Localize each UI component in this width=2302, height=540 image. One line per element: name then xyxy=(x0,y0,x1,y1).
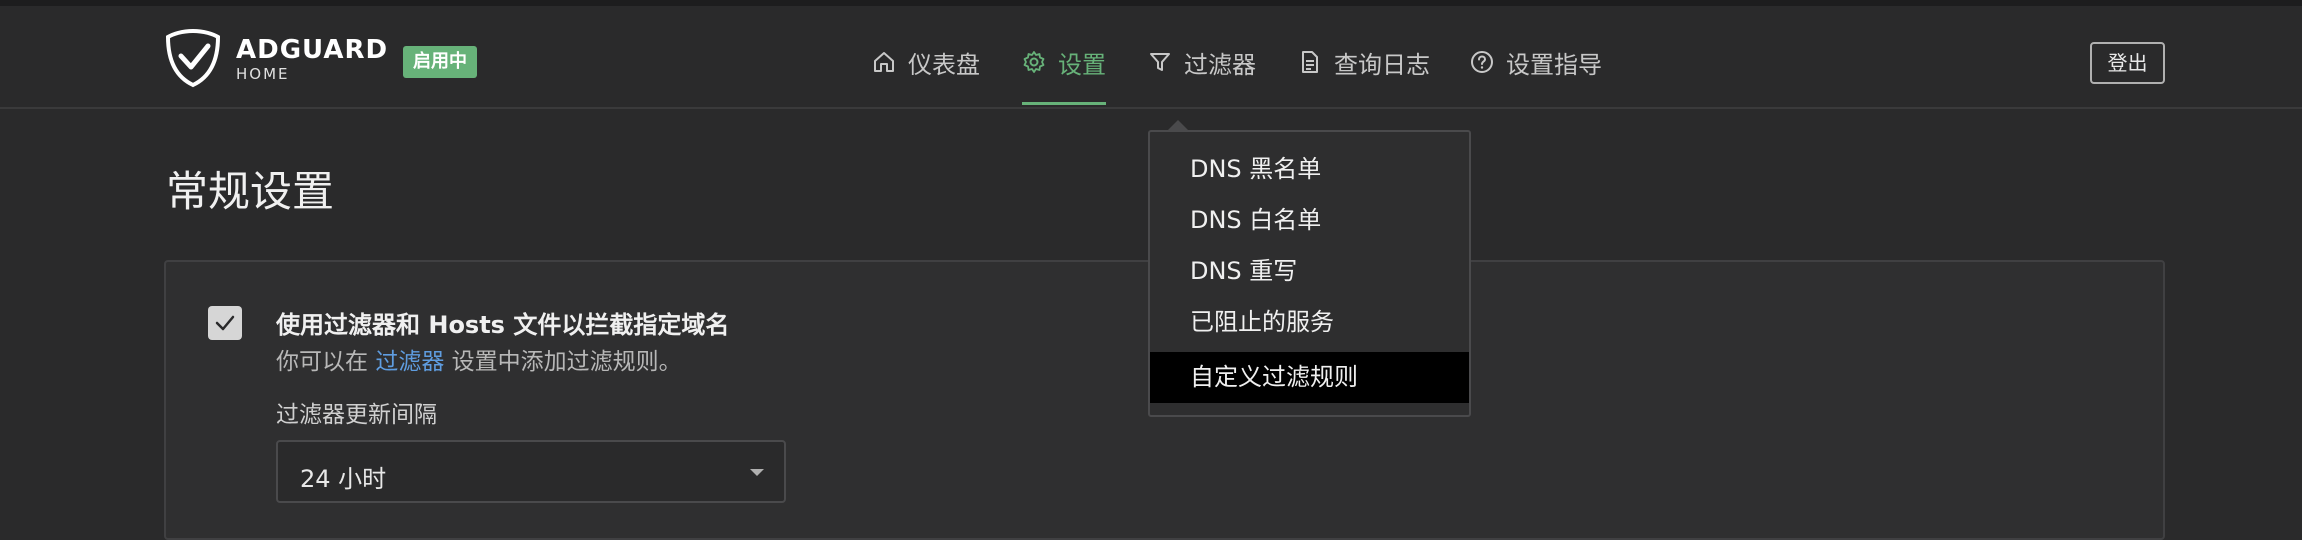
update-interval-select[interactable]: 24 小时 xyxy=(276,440,786,503)
update-interval-label: 过滤器更新间隔 xyxy=(276,402,437,428)
caret-down-icon xyxy=(750,469,764,476)
description-prefix: 你可以在 xyxy=(276,349,376,375)
help-icon xyxy=(1471,51,1493,73)
logout-button[interactable]: 登出 xyxy=(2090,42,2165,84)
page-title: 常规设置 xyxy=(166,167,335,216)
adguard-shield-logo xyxy=(165,28,221,88)
document-icon xyxy=(1302,51,1318,73)
nav-label: 仪表盘 xyxy=(908,50,980,79)
description-suffix: 设置中添加过滤规则。 xyxy=(444,349,682,375)
filters-link[interactable]: 过滤器 xyxy=(375,349,444,375)
nav-setup-guide[interactable]: 设置指导 xyxy=(1470,42,1602,82)
nav-label: 过滤器 xyxy=(1184,50,1256,79)
nav-label: 设置 xyxy=(1058,50,1106,79)
filtering-option-title: 使用过滤器和 Hosts 文件以拦截指定域名 xyxy=(276,311,730,339)
home-icon xyxy=(874,52,894,72)
brand: ADGUARD HOME xyxy=(236,36,388,84)
menu-item-dns-blocklists[interactable]: DNS 黑名单 xyxy=(1150,144,1469,195)
filter-icon xyxy=(1150,53,1170,71)
active-tab-indicator xyxy=(1022,102,1106,105)
update-interval-value: 24 小时 xyxy=(300,465,387,493)
status-badge: 启用中 xyxy=(403,46,477,78)
dropdown-pointer xyxy=(1168,120,1188,130)
filtering-option-description: 你可以在 过滤器 设置中添加过滤规则。 xyxy=(276,342,682,376)
brand-sub: HOME xyxy=(236,65,290,83)
gear-icon xyxy=(1023,51,1045,73)
header: ADGUARD HOME 启用中 仪表盘 设置 过滤器 查询日志 设置指导 登出 xyxy=(0,6,2302,109)
nav-label: 查询日志 xyxy=(1334,50,1430,79)
nav-label: 设置指导 xyxy=(1506,50,1602,79)
nav-settings[interactable]: 设置 xyxy=(1022,42,1106,82)
nav-filters[interactable]: 过滤器 xyxy=(1148,42,1256,82)
filters-dropdown-menu: DNS 黑名单 DNS 白名单 DNS 重写 已阻止的服务 自定义过滤规则 xyxy=(1148,130,1471,417)
menu-item-dns-rewrites[interactable]: DNS 重写 xyxy=(1150,246,1469,297)
menu-item-blocked-services[interactable]: 已阻止的服务 xyxy=(1150,297,1469,348)
nav-dashboard[interactable]: 仪表盘 xyxy=(872,42,980,82)
nav-query-log[interactable]: 查询日志 xyxy=(1298,42,1430,82)
brand-name: ADGUARD xyxy=(236,35,389,65)
checkmark-icon xyxy=(215,315,235,331)
filtering-enabled-checkbox[interactable] xyxy=(208,306,242,340)
menu-item-dns-allowlists[interactable]: DNS 白名单 xyxy=(1150,195,1469,246)
menu-item-custom-rules[interactable]: 自定义过滤规则 xyxy=(1150,352,1469,403)
